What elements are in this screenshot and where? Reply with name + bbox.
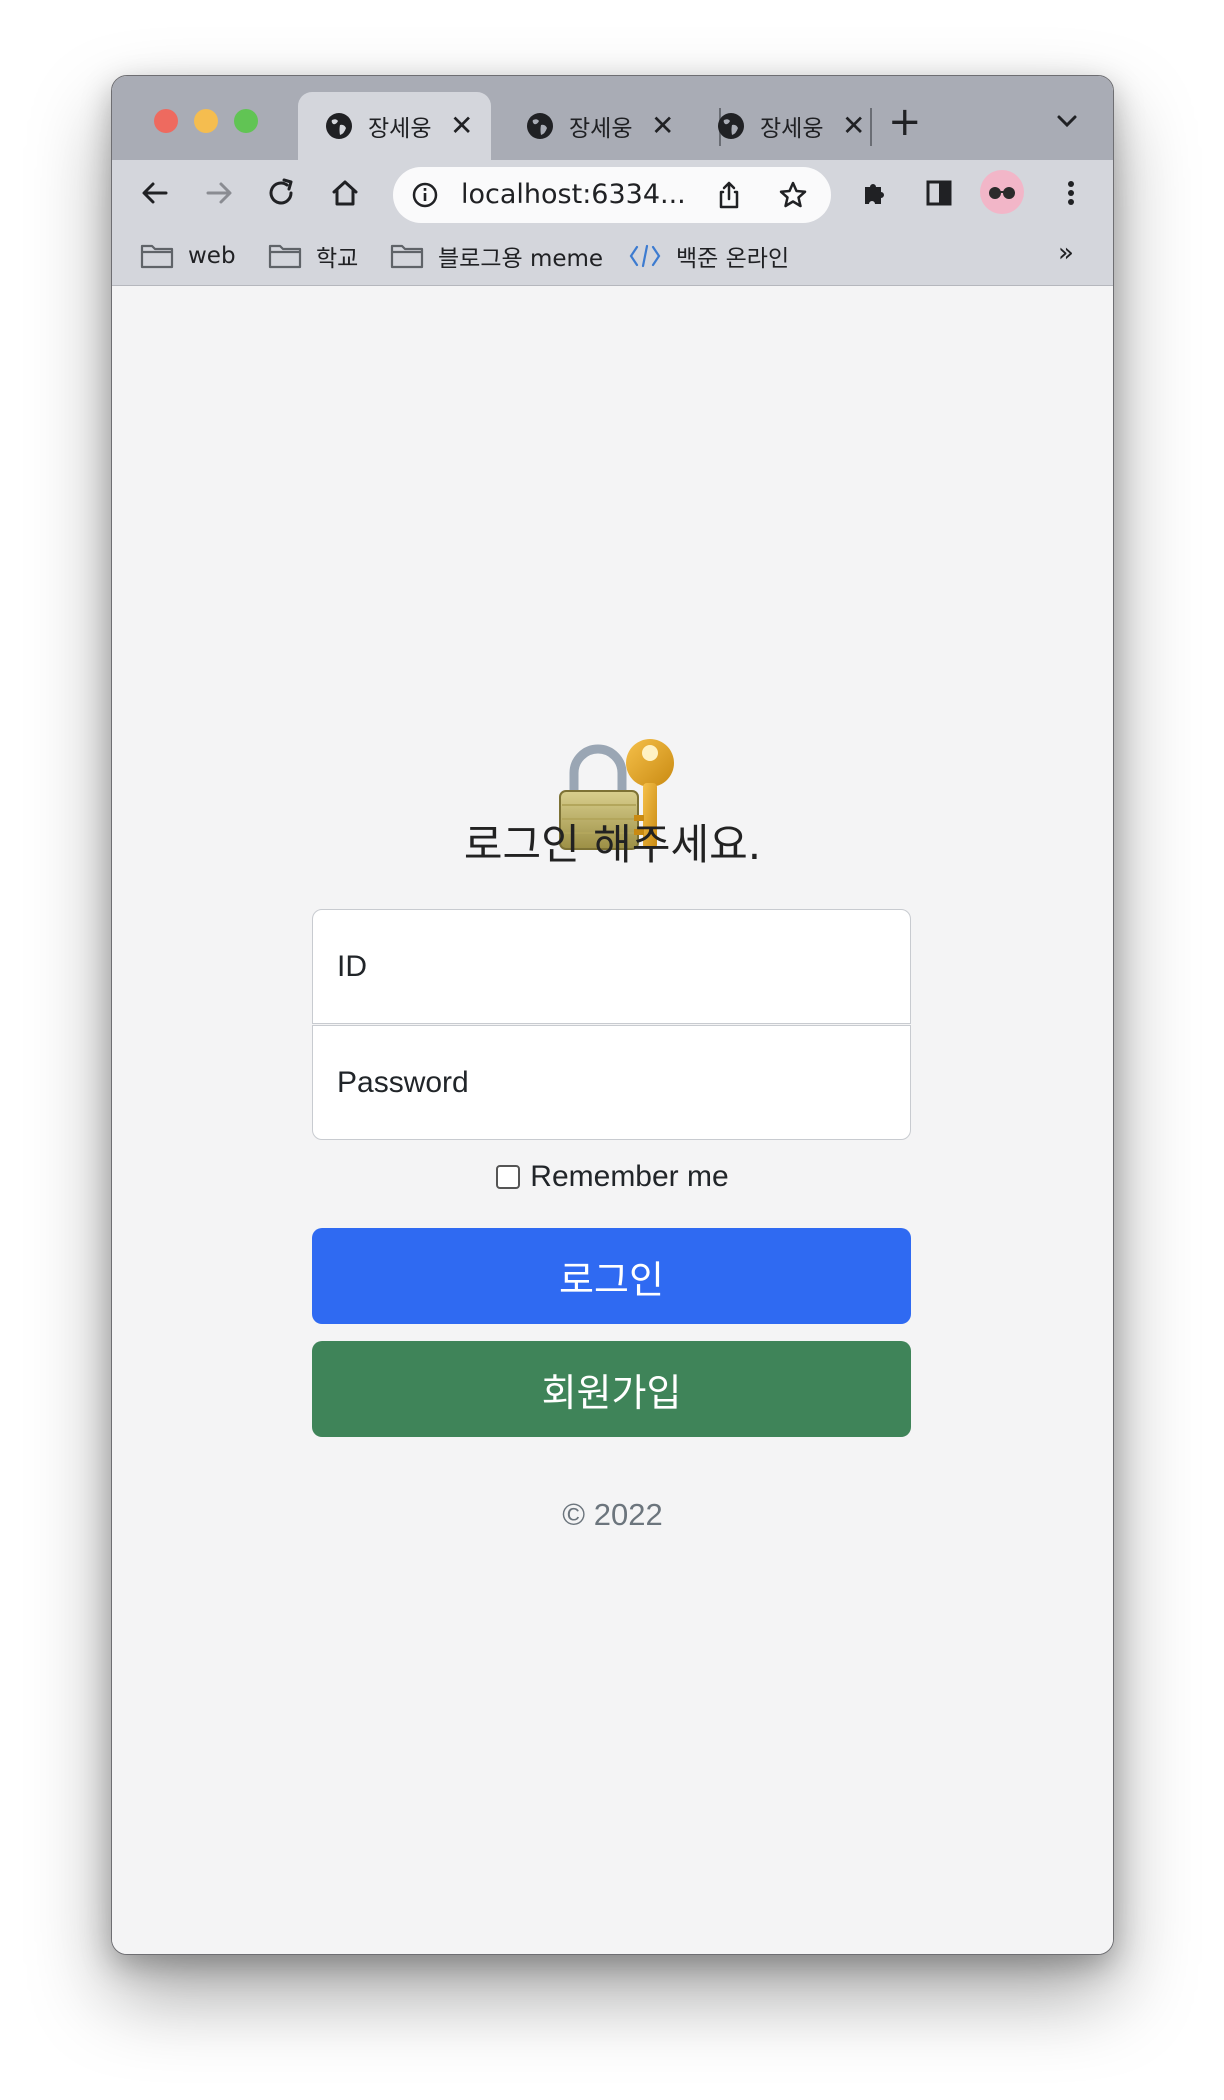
address-bar[interactable]: localhost:6334... <box>393 167 831 223</box>
globe-icon <box>326 113 352 139</box>
bookmarks-overflow-button[interactable]: » <box>1058 238 1074 268</box>
globe-icon <box>527 113 553 139</box>
globe-icon <box>718 113 744 139</box>
remember-me-label[interactable]: Remember me <box>530 1160 728 1194</box>
maximize-window-button[interactable] <box>234 109 258 133</box>
bookmark-blog-meme[interactable]: 블로그용 meme <box>390 236 603 276</box>
folder-icon <box>390 244 424 269</box>
browser-window: 장세웅 ✕ 장세웅 ✕ 장세웅 ✕ + localhost:6334... we… <box>111 75 1114 1955</box>
more-vertical-icon[interactable] <box>1054 176 1088 210</box>
minimize-window-button[interactable] <box>194 109 218 133</box>
star-icon[interactable] <box>777 179 809 211</box>
url-text: localhost:6334... <box>461 179 686 210</box>
profile-avatar[interactable] <box>980 170 1024 214</box>
tab-close-icon[interactable]: ✕ <box>450 112 473 140</box>
share-icon[interactable] <box>713 179 745 211</box>
new-tab-button[interactable]: + <box>888 102 922 142</box>
tab-2[interactable]: 장세웅 ✕ <box>505 92 685 160</box>
home-icon[interactable] <box>328 176 362 210</box>
info-icon[interactable] <box>411 181 439 209</box>
glasses-icon <box>989 187 1015 199</box>
tab-strip: 장세웅 ✕ 장세웅 ✕ 장세웅 ✕ + <box>112 76 1113 160</box>
extensions-icon[interactable] <box>858 176 892 210</box>
footer-copyright: © 2022 <box>562 1497 663 1532</box>
bookmark-label: web <box>188 243 236 269</box>
tab-title: 장세웅 <box>368 116 432 142</box>
browser-toolbar: localhost:6334... <box>112 160 1113 226</box>
bookmark-label: 백준 온라인 <box>676 246 790 272</box>
page-title: 로그인 해주세요. <box>463 820 762 869</box>
chevron-down-icon[interactable] <box>1052 106 1082 136</box>
code-icon <box>629 244 661 268</box>
tab-separator <box>870 108 872 146</box>
folder-icon <box>268 244 302 269</box>
bookmark-web[interactable]: web <box>140 236 236 276</box>
forward-icon[interactable] <box>202 176 236 210</box>
signup-button[interactable]: 회원가입 <box>312 1341 911 1437</box>
tab-title: 장세웅 <box>760 116 824 142</box>
tab-1[interactable]: 장세웅 ✕ <box>298 92 491 160</box>
remember-me-checkbox[interactable] <box>496 1165 521 1189</box>
bookmark-baekjoon[interactable]: 백준 온라인 <box>628 236 789 276</box>
back-icon[interactable] <box>138 176 172 210</box>
tab-close-icon[interactable]: ✕ <box>842 112 865 140</box>
login-button[interactable]: 로그인 <box>312 1228 911 1324</box>
bookmark-school[interactable]: 학교 <box>268 236 358 276</box>
bookmark-label: 학교 <box>316 246 359 272</box>
page-content: 로그인 해주세요. Remember me 로그인 회원가입 © 2022 <box>112 287 1113 1954</box>
bookmarks-bar: web 학교 블로그용 meme 백준 온라인 » <box>112 226 1113 286</box>
close-window-button[interactable] <box>154 109 178 133</box>
tab-title: 장세웅 <box>569 116 633 142</box>
id-input[interactable] <box>312 909 911 1024</box>
folder-icon <box>140 244 174 269</box>
bookmark-label: 블로그용 meme <box>438 246 604 272</box>
tab-close-icon[interactable]: ✕ <box>651 112 674 140</box>
reload-icon[interactable] <box>264 176 298 210</box>
remember-me-row: Remember me <box>112 1160 1113 1194</box>
side-panel-icon[interactable] <box>922 176 956 210</box>
password-input[interactable] <box>312 1025 911 1140</box>
tab-3[interactable]: 장세웅 ✕ <box>696 92 876 160</box>
